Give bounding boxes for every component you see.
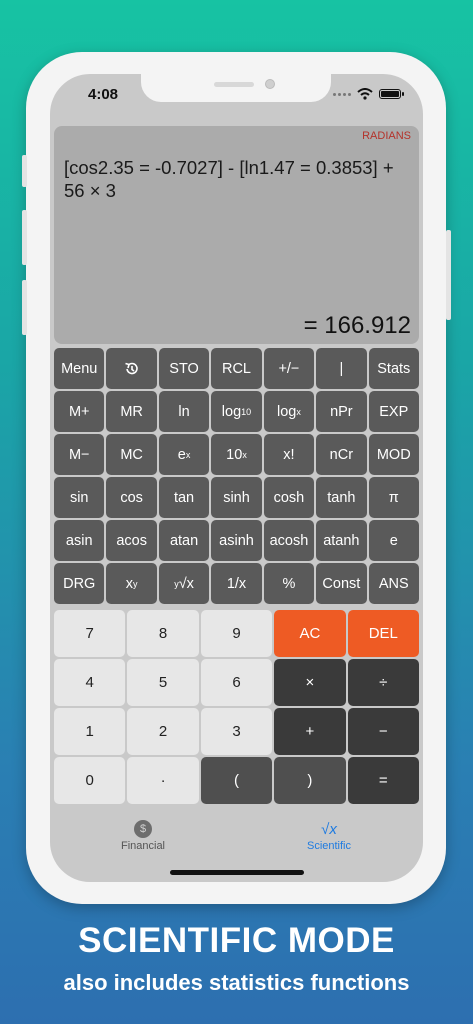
decimal-button[interactable]: · [127, 757, 199, 804]
calculator-display: RADIANS [cos2.35 = -0.7027] - [ln1.47 = … [54, 126, 419, 344]
digit-3-button[interactable]: 3 [200, 708, 273, 755]
reciprocal-button[interactable]: 1/x [211, 563, 262, 604]
delete-button[interactable]: DEL [347, 610, 419, 657]
atanh-button[interactable]: atanh [316, 520, 367, 561]
digit-1-button[interactable]: 1 [54, 708, 126, 755]
cos-button[interactable]: cos [106, 477, 157, 518]
add-button[interactable]: + [274, 708, 346, 755]
marketing-title: SCIENTIFIC MODE [78, 921, 395, 960]
digit-0-button[interactable]: 0 [54, 757, 126, 804]
separator-button[interactable]: | [316, 348, 367, 389]
memory-recall-button[interactable]: MR [106, 391, 157, 432]
volume-up-button [22, 210, 27, 265]
status-icons [333, 88, 404, 100]
tab-scientific[interactable]: √x Scientific [269, 818, 389, 853]
marketing-subtitle: also includes statistics functions [63, 970, 410, 995]
speaker [214, 82, 254, 87]
memory-subtract-button[interactable]: M− [54, 434, 105, 475]
acosh-button[interactable]: acosh [263, 520, 315, 561]
close-paren-button[interactable]: ) [274, 757, 346, 804]
tab-financial[interactable]: $ Financial [83, 818, 203, 852]
asinh-button[interactable]: asinh [211, 520, 262, 561]
subtract-button[interactable]: − [347, 708, 419, 755]
sign-button[interactable]: +/− [263, 348, 315, 389]
app-screen: 4:08 RADIANS [cos2.35 = -0.7027] - [ln1.… [50, 74, 423, 882]
tanh-button[interactable]: tanh [316, 477, 367, 518]
const-button[interactable]: Const [316, 563, 367, 604]
signal-icon [333, 92, 351, 96]
sto-button[interactable]: STO [158, 348, 210, 389]
all-clear-button[interactable]: AC [274, 610, 346, 657]
power-button-xy[interactable]: xy [106, 563, 157, 604]
stats-button[interactable]: Stats [368, 348, 419, 389]
logx-button[interactable]: log x [263, 391, 315, 432]
percent-button[interactable]: % [263, 563, 315, 604]
memory-clear-button[interactable]: MC [106, 434, 157, 475]
power-button [446, 230, 451, 320]
number-keypad: 7 8 9 AC DEL 4 5 6 × ÷ 1 2 3 + − 0 · ( )… [54, 610, 419, 804]
exp-button[interactable]: EXP [368, 391, 419, 432]
history-button[interactable] [106, 348, 157, 389]
e-power-button[interactable]: ex [158, 434, 210, 475]
cosh-button[interactable]: cosh [263, 477, 315, 518]
mod-button[interactable]: MOD [368, 434, 419, 475]
ln-button[interactable]: ln [158, 391, 210, 432]
rcl-button[interactable]: RCL [211, 348, 262, 389]
side-button [22, 155, 27, 187]
digit-7-button[interactable]: 7 [54, 610, 126, 657]
ten-power-button[interactable]: 10 x [211, 434, 262, 475]
acos-button[interactable]: acos [106, 520, 157, 561]
volume-down-button [22, 280, 27, 335]
divide-button[interactable]: ÷ [347, 659, 419, 706]
drg-button[interactable]: DRG [54, 563, 105, 604]
asin-button[interactable]: asin [54, 520, 105, 561]
tab-financial-label: Financial [120, 840, 166, 852]
expression-text: [cos2.35 = -0.7027] - [ln1.47 = 0.3853] … [64, 157, 394, 201]
e-constant-button[interactable]: e [368, 520, 419, 561]
ncr-button[interactable]: nCr [316, 434, 367, 475]
factorial-button[interactable]: x! [263, 434, 315, 475]
angle-mode-label: RADIANS [362, 130, 411, 142]
npr-button[interactable]: nPr [316, 391, 367, 432]
open-paren-button[interactable]: ( [200, 757, 273, 804]
sin-button[interactable]: sin [54, 477, 105, 518]
digit-2-button[interactable]: 2 [127, 708, 199, 755]
result-text: = 166.912 [303, 312, 411, 339]
digit-4-button[interactable]: 4 [54, 659, 126, 706]
square-root-icon: √x [321, 820, 337, 838]
pi-button[interactable]: π [368, 477, 419, 518]
camera [265, 79, 275, 89]
wifi-icon [357, 88, 373, 100]
scientific-keypad: Menu STO RCL +/− | Stats M+ MR ln log 10 … [54, 348, 419, 604]
ans-button[interactable]: ANS [368, 563, 419, 604]
digit-5-button[interactable]: 5 [127, 659, 199, 706]
history-icon [124, 362, 138, 374]
root-button[interactable]: y √x [158, 563, 210, 604]
log10-button[interactable]: log 10 [211, 391, 262, 432]
tan-button[interactable]: tan [158, 477, 210, 518]
equals-button[interactable]: = [347, 757, 419, 804]
memory-add-button[interactable]: M+ [54, 391, 105, 432]
multiply-button[interactable]: × [274, 659, 346, 706]
status-time: 4:08 [88, 86, 119, 103]
digit-8-button[interactable]: 8 [127, 610, 199, 657]
notch [141, 74, 331, 102]
tab-bar: $ Financial √x Scientific [50, 814, 423, 864]
sinh-button[interactable]: sinh [211, 477, 262, 518]
menu-button[interactable]: Menu [54, 348, 105, 389]
dollar-icon: $ [134, 820, 152, 838]
tab-scientific-label: Scientific [306, 840, 352, 852]
digit-6-button[interactable]: 6 [200, 659, 273, 706]
battery-icon [379, 89, 404, 99]
digit-9-button[interactable]: 9 [200, 610, 273, 657]
home-indicator [170, 870, 304, 875]
atan-button[interactable]: atan [158, 520, 210, 561]
